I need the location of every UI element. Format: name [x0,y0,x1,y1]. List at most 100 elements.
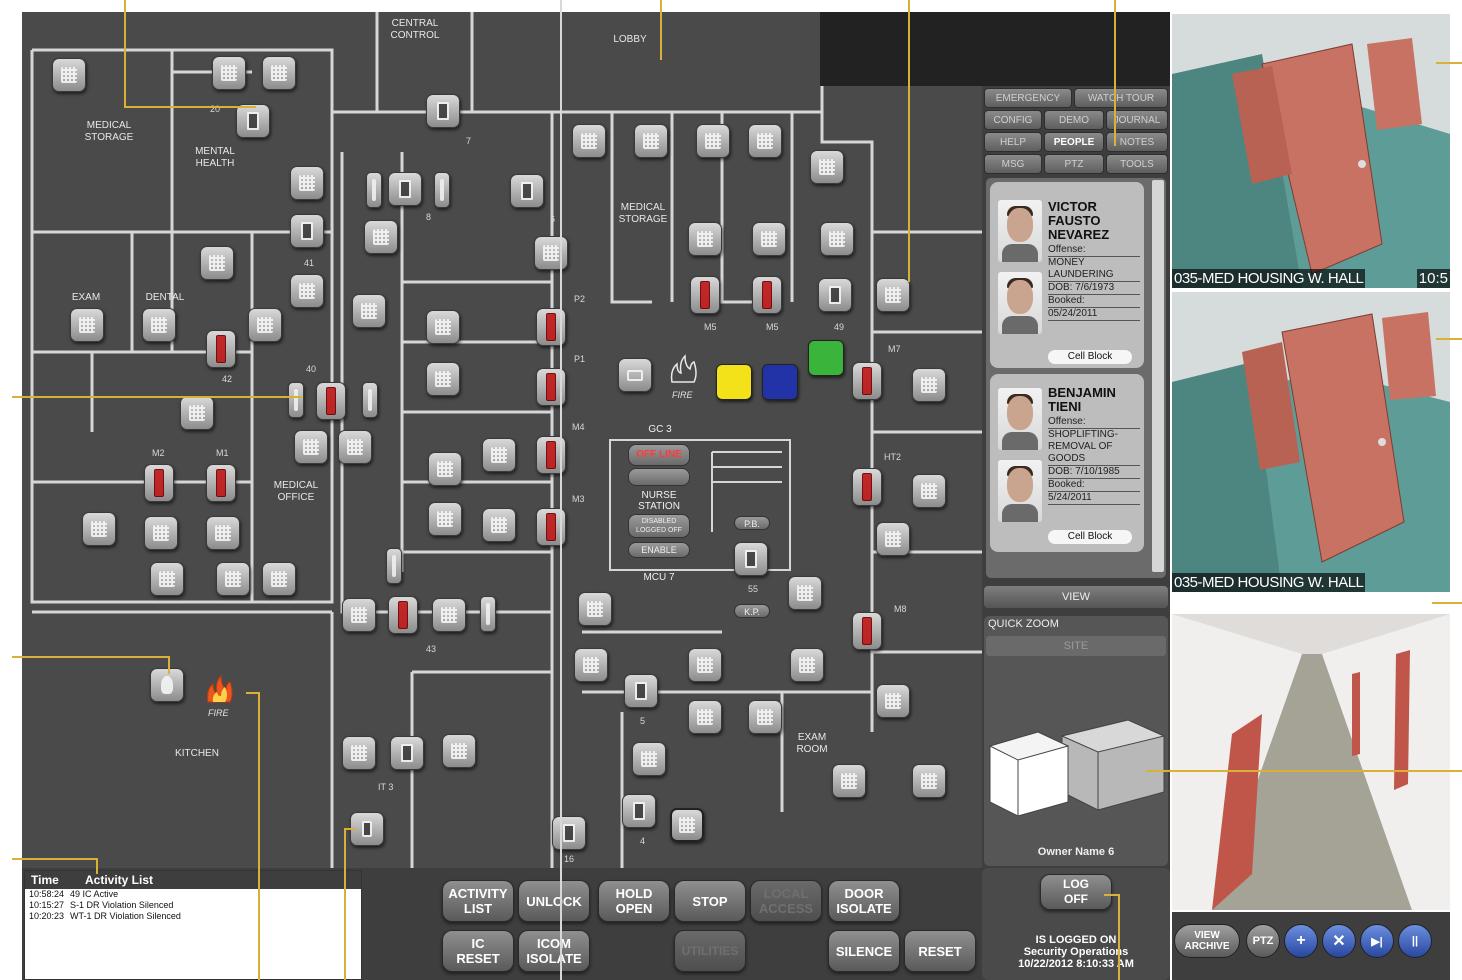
alarm-door-device[interactable] [316,382,346,420]
device-blue[interactable] [762,364,798,400]
door-control-device[interactable] [622,794,656,828]
keypad-device[interactable] [428,452,462,486]
keypad-device[interactable] [572,124,606,158]
close-icon[interactable]: ✕ [1322,924,1356,958]
door-control-device[interactable] [290,214,324,248]
alarm-door-device[interactable] [852,612,882,650]
keypad-device[interactable] [426,362,460,396]
stop-button[interactable]: STOP [674,880,746,922]
keypad-device[interactable] [832,764,866,798]
keypad-device[interactable] [634,124,668,158]
keypad-device[interactable] [150,562,184,596]
keypad-device[interactable] [342,598,376,632]
door-control-device[interactable] [818,278,852,312]
keypad-device[interactable] [632,742,666,776]
keypad-device[interactable] [912,368,946,402]
alarm-door-device[interactable] [690,276,720,314]
keypad-device[interactable] [428,502,462,536]
keypad-device[interactable] [432,598,466,632]
keypad-device[interactable] [688,700,722,734]
keypad-device[interactable] [262,56,296,90]
tab-help[interactable]: HELP [984,132,1042,152]
keypad-device[interactable] [810,150,844,184]
keypad-device[interactable] [912,764,946,798]
alarm-door-device[interactable] [206,330,236,368]
person-card[interactable]: VICTOR FAUSTO NEVAREZ Offense: MONEY LAU… [990,182,1144,368]
slim-sensor-device[interactable] [366,172,382,208]
camera-feed-2[interactable]: 035-MED HOUSING W. HALL [1172,292,1450,592]
door-control-device[interactable] [510,174,544,208]
tab-people[interactable]: PEOPLE [1044,132,1104,152]
door-control-device[interactable] [624,674,658,708]
slim-sensor-device[interactable] [362,382,378,418]
cell-block-button[interactable]: Cell Block [1048,350,1132,364]
person-card[interactable]: BENJAMIN TIENI Offense: SHOPLIFTING- REM… [990,374,1144,552]
keypad-device[interactable] [752,222,786,256]
log-off-button[interactable]: LOG OFF [1040,874,1112,910]
fire-alarm-icon[interactable] [668,354,698,384]
keypad-device[interactable] [876,278,910,312]
keypad-device[interactable] [364,220,398,254]
building-3d-view[interactable] [988,706,1168,816]
door-control-device[interactable] [390,736,424,770]
tab-emergency[interactable]: EMERGENCY [984,88,1072,108]
keypad-device[interactable] [52,58,86,92]
alarm-door-device[interactable] [206,464,236,502]
camera-device[interactable] [618,358,652,392]
keypad-device[interactable] [142,308,176,342]
view-button[interactable]: VIEW [984,586,1168,608]
zoom-in-icon[interactable]: + [1284,924,1318,958]
door-isolate-button[interactable]: DOOR ISOLATE [828,880,900,922]
intercom-device[interactable] [180,396,214,430]
activity-list-panel[interactable]: Time Activity List 10:58:24 49 IC Active 1… [24,870,362,980]
keypad-device[interactable] [442,734,476,768]
keypad-device[interactable] [790,648,824,682]
keypad-device[interactable] [342,736,376,770]
local-access-button[interactable]: LOCAL ACCESS [750,880,822,922]
silence-button[interactable]: SILENCE [828,930,900,972]
keypad-device[interactable] [696,124,730,158]
light-device[interactable] [150,668,184,702]
alarm-door-device[interactable] [752,276,782,314]
keypad-device[interactable] [876,684,910,718]
keypad-device[interactable] [206,516,240,550]
slim-sensor-device[interactable] [386,548,402,584]
alarm-door-device[interactable] [852,468,882,506]
light-device-yellow[interactable] [716,364,752,400]
keypad-device[interactable] [426,310,460,344]
tab-demo[interactable]: DEMO [1044,110,1104,130]
alarm-door-device[interactable] [144,464,174,502]
alarm-door-device[interactable] [852,362,882,400]
tab-msg[interactable]: MSG [984,154,1042,174]
fire-alarm-icon[interactable] [204,674,234,704]
nurse-station-button[interactable] [628,468,690,486]
keypad-device[interactable] [578,592,612,626]
floor-plan-map[interactable]: CENTRAL CONTROL LOBBY MEDICAL STORAGE ME… [22,12,982,868]
unlock-button[interactable]: UNLOCK [518,880,590,922]
people-list[interactable]: VICTOR FAUSTO NEVAREZ Offense: MONEY LAU… [986,178,1166,578]
next-frame-icon[interactable]: ▶| [1360,924,1394,958]
tab-ptz[interactable]: PTZ [1044,154,1104,174]
utilities-button[interactable]: UTILITIES [674,930,746,972]
keypad-device[interactable] [534,236,568,270]
activity-row[interactable]: 10:20:23 WT-1 DR Violation Silenced [25,911,361,922]
people-scrollbar[interactable] [1152,180,1164,572]
keypad-device[interactable] [216,562,250,596]
keypad-device[interactable] [574,648,608,682]
keypad-device[interactable] [482,438,516,472]
keypad-device-selected[interactable] [670,808,704,842]
keypad-device[interactable] [290,166,324,200]
icom-isolate-button[interactable]: ICOM ISOLATE [518,930,590,972]
slim-sensor-device[interactable] [434,172,450,208]
door-control-device[interactable] [426,94,460,128]
door-control-device[interactable] [552,816,586,850]
ptz-button[interactable]: PTZ [1246,924,1280,958]
site-button[interactable]: SITE [986,636,1166,656]
slim-sensor-device[interactable] [480,596,496,632]
keypad-device[interactable] [688,222,722,256]
activity-row[interactable]: 10:15:27 S-1 DR Violation Silenced [25,900,361,911]
keypad-device[interactable] [82,512,116,546]
keypad-device[interactable] [212,56,246,90]
camera-feed-1[interactable]: 035-MED HOUSING W. HALL 10:5 [1172,14,1450,288]
keypad-device[interactable] [820,222,854,256]
